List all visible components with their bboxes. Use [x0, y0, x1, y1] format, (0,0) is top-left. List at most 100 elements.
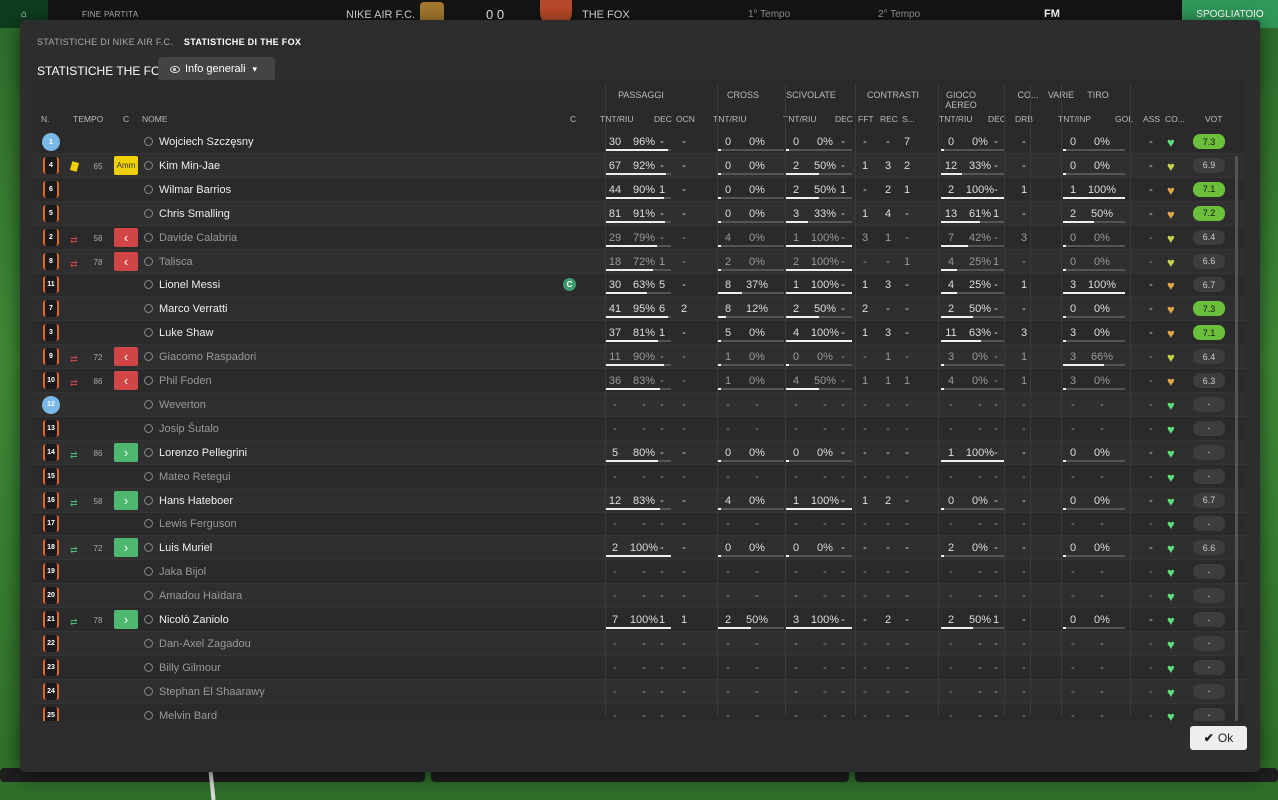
player-name[interactable]: Lionel Messi: [159, 279, 220, 291]
col-captain[interactable]: C: [570, 114, 576, 124]
col-aereo-tnt[interactable]: TNT/RIU: [939, 114, 973, 124]
table-row[interactable]: 4 65 Amm Kim Min-Jae 67 92% - -0 0% 2 50% -1 3 2 12 33%…: [33, 153, 1245, 178]
table-row[interactable]: 1 Wojciech Szczęsny 30 96% - -0 0% 0 0% - - -7 0 0% - -…: [33, 130, 1245, 154]
subbed-out-button[interactable]: ‹: [114, 227, 138, 247]
col-pass-dec[interactable]: DEC: [654, 114, 672, 124]
col-ass[interactable]: ASS: [1143, 114, 1160, 124]
player-name[interactable]: Mateo Retegui: [159, 471, 231, 483]
table-row[interactable]: 16 ⇄ 58 › Hans Hateboer 12 83% - -4 0% 1 100% -1 2-0 0…: [33, 488, 1245, 513]
player-name[interactable]: Stephan El Shaarawy: [159, 686, 265, 698]
rating-badge: 7.1: [1193, 181, 1225, 197]
col-condition[interactable]: CO...: [1165, 114, 1185, 124]
subbed-in-button[interactable]: ›: [114, 610, 138, 629]
shirt-number-badge: 10: [43, 372, 59, 389]
contr-dec: -: [841, 614, 845, 626]
cross-bar: [718, 244, 721, 247]
player-name[interactable]: Hans Hateboer: [159, 495, 233, 507]
table-row[interactable]: 5 Chris Smalling 81 91% - -0 0% 3 33% -1 4-13 61% 1-…: [33, 201, 1245, 226]
second-half-label[interactable]: 2° Tempo: [878, 9, 920, 20]
player-name[interactable]: Talisca: [159, 256, 193, 268]
tab-away-stats[interactable]: STATISTICHE DI THE FOX: [184, 37, 301, 47]
contr-dec: -: [841, 231, 845, 244]
table-row[interactable]: 13 Josip Šutalo - - - - - - - - - - - - - - - - - - - ♥ -: [33, 417, 1245, 441]
person-icon: [144, 471, 153, 481]
col-tempo[interactable]: TEMPO: [73, 114, 103, 124]
assists: -: [1149, 661, 1153, 674]
table-row[interactable]: 18 ⇄ 72 › Luis Muriel 2 100% - -0 0% 0 0% - - - -2 0% - -0…: [33, 536, 1245, 561]
col-contr-rec[interactable]: REC: [880, 114, 898, 124]
player-name[interactable]: Melvin Bard: [159, 710, 217, 721]
contr-rec: -: [886, 303, 890, 316]
player-name[interactable]: Wojciech Szczęsny: [159, 136, 254, 148]
player-name[interactable]: Josip Šutalo: [159, 423, 219, 435]
tab-home-stats[interactable]: STATISTICHE DI NIKE AIR F.C.: [37, 37, 173, 47]
player-name[interactable]: Amadou Haïdara: [159, 590, 242, 602]
fm-logo[interactable]: FM: [1044, 8, 1060, 20]
table-scrollbar[interactable]: [1235, 156, 1238, 721]
subbed-in-button[interactable]: ›: [114, 442, 138, 462]
table-row[interactable]: 8 ⇄ 78 ‹ Talisca 18 72% 1-2 0% 2 100% - - -1 4 25% 1-0 0%…: [33, 249, 1245, 274]
col-contr-fft[interactable]: FFT: [858, 114, 874, 124]
player-name[interactable]: Lorenzo Pellegrini: [159, 447, 247, 459]
col-contr-s[interactable]: S...: [902, 114, 915, 124]
col-name[interactable]: NOME: [142, 114, 168, 124]
cross-pct: 0%: [749, 446, 765, 459]
player-name[interactable]: Wilmar Barrios: [159, 184, 231, 196]
col-card[interactable]: C: [123, 114, 129, 124]
table-row[interactable]: 12 Weverton - - - - - - - - - - - - - - - - - - - ♥ -: [33, 392, 1245, 417]
table-row[interactable]: 20 Amadou Haïdara - - - - - - - - - - - - - - - - - - - ♥ -: [33, 584, 1245, 609]
subbed-in-button[interactable]: ›: [114, 490, 138, 510]
contr-dec: -: [841, 709, 845, 721]
table-row[interactable]: 21 ⇄ 78 › Nicolò Zaniolo 7 100% 1 1 2 50% 3 100% - -2-…: [33, 608, 1245, 632]
player-name[interactable]: Dan-Axel Zagadou: [159, 638, 251, 650]
player-name[interactable]: Giacomo Raspadori: [159, 351, 256, 363]
col-pass-ocn[interactable]: OCN: [676, 114, 695, 124]
view-select[interactable]: Info generali ▾: [158, 57, 275, 81]
assists: -: [1149, 709, 1153, 721]
table-row[interactable]: 19 Jaka Bijol - - - - - - - - - - - - - - - - - - - ♥ -: [33, 560, 1245, 585]
rating-badge: 6.4: [1193, 229, 1225, 245]
player-name[interactable]: Luis Muriel: [159, 542, 212, 554]
table-row[interactable]: 7 Marco Verratti 41 95% 6 2 8 12% 2 50% -2- -2 50% - -…: [33, 297, 1245, 322]
table-row[interactable]: 25 Melvin Bard - - - - - - - - - - - - - - - - - - - ♥ -: [33, 704, 1245, 721]
player-name[interactable]: Phil Foden: [159, 375, 212, 387]
subbed-out-button[interactable]: ‹: [114, 371, 138, 390]
player-name[interactable]: Nicolò Zaniolo: [159, 614, 229, 626]
co-dec: -: [994, 637, 998, 650]
col-contr-dec[interactable]: DEC: [835, 114, 853, 124]
table-row[interactable]: 15 Mateo Retegui - - - - - - - - - - - - - - - - - - - ♥ -: [33, 465, 1245, 489]
dribbles: -: [1022, 685, 1026, 698]
player-name[interactable]: Marco Verratti: [159, 303, 227, 315]
col-scivo-tnt[interactable]: TNT/RIU: [783, 114, 817, 124]
table-row[interactable]: 9 ⇄ 72 ‹ Giacomo Raspadori 11 90% - -1 0% 0 0% - -1-3…: [33, 345, 1245, 370]
player-name[interactable]: Billy Gilmour: [159, 662, 221, 674]
player-name[interactable]: Lewis Ferguson: [159, 518, 237, 530]
table-row[interactable]: 24 Stephan El Shaarawy - - - - - - - - - - - - - - - - - - -…: [33, 679, 1245, 704]
table-row[interactable]: 11 Lionel Messi C 30 63% 5-8 37% 1 100% -1 3-4 25% -…: [33, 273, 1245, 298]
table-row[interactable]: 3 Luke Shaw 37 81% 1-5 0% 4 100% -1 3-11 63% -3 3 0% -…: [33, 321, 1245, 346]
player-name[interactable]: Luke Shaw: [159, 327, 213, 339]
table-row[interactable]: 14 ⇄ 86 › Lorenzo Pellegrini 5 80% - -0 0% 0 0% - - - -…: [33, 440, 1245, 465]
subbed-out-button[interactable]: ‹: [114, 347, 138, 367]
subbed-out-button[interactable]: ‹: [114, 251, 138, 271]
shots-pct: -: [1100, 566, 1104, 579]
col-cross-tnt[interactable]: TNT/RIU: [713, 114, 747, 124]
table-row[interactable]: 17 Lewis Ferguson - - - - - - - - - - - - - - - - - - - ♥ -: [33, 512, 1245, 537]
player-name[interactable]: Davide Calabria: [159, 232, 237, 244]
col-tiro-tnt[interactable]: TNT/INP: [1058, 114, 1091, 124]
ok-button[interactable]: ✔ Ok: [1190, 726, 1247, 750]
col-vote[interactable]: VOT: [1205, 114, 1222, 124]
col-num[interactable]: N.: [41, 114, 50, 124]
player-name[interactable]: Weverton: [159, 399, 206, 411]
table-row[interactable]: 23 Billy Gilmour - - - - - - - - - - - - - - - - - - - ♥ -: [33, 656, 1245, 680]
cross-bar: [718, 220, 721, 223]
subbed-in-button[interactable]: ›: [114, 538, 138, 558]
player-name[interactable]: Jaka Bijol: [159, 566, 206, 578]
first-half-label[interactable]: 1° Tempo: [748, 9, 790, 20]
player-name[interactable]: Chris Smalling: [159, 208, 230, 220]
table-row[interactable]: 10 ⇄ 86 ‹ Phil Foden 36 83% - -1 0% 4 50% -1 1 1 4 0% -1 3…: [33, 369, 1245, 393]
table-row[interactable]: 2 ⇄ 58 ‹ Davide Calabria 29 79% - -4 0% 1 100% -3 1-7…: [33, 226, 1245, 250]
player-name[interactable]: Kim Min-Jae: [159, 160, 220, 172]
table-row[interactable]: 22 Dan-Axel Zagadou - - - - - - - - - - - - - - - - - - - ♥ -: [33, 631, 1245, 656]
table-row[interactable]: 6 Wilmar Barrios 44 90% 1-0 0% 2 50% 1-2 1 2 100% -1…: [33, 178, 1245, 202]
